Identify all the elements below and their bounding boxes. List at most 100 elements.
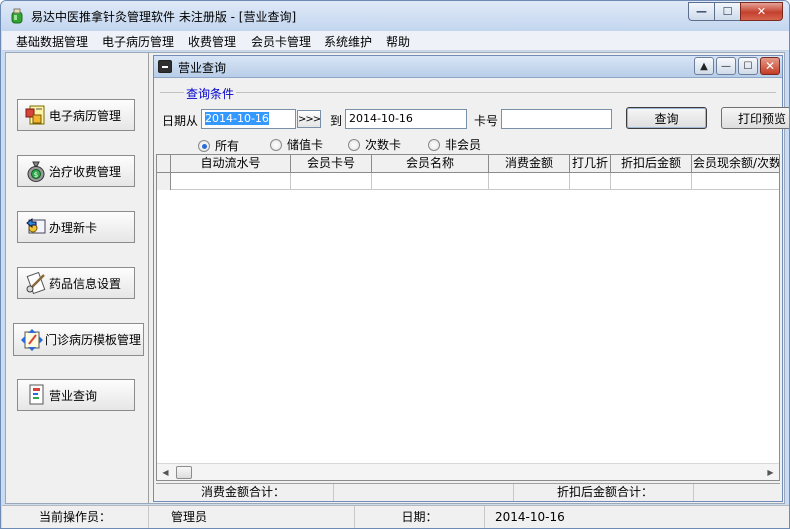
consumption-total-value bbox=[334, 484, 514, 501]
radio-label: 次数卡 bbox=[365, 138, 402, 152]
sidebar-item-medicine[interactable]: 药品信息设置 bbox=[17, 267, 135, 299]
sidebar-item-label: 门诊病历模板管理 bbox=[45, 333, 142, 347]
column-header[interactable]: 打几折 bbox=[570, 155, 611, 173]
menu-bar: 基础数据管理 电子病历管理 收费管理 会员卡管理 系统维护 帮助 bbox=[2, 31, 789, 51]
radio-all[interactable]: 所有 bbox=[198, 137, 239, 154]
window-controls: — ☐ ✕ bbox=[688, 2, 783, 22]
menu-system[interactable]: 系统维护 bbox=[324, 33, 372, 50]
discount-total-value bbox=[694, 484, 780, 501]
scroll-left-icon[interactable]: ◀ bbox=[157, 464, 174, 480]
business-query-window: 营业查询 ▲ — ☐ ✕ 查询条件 日期从 2014-10-16 >>> 到 2… bbox=[153, 55, 789, 502]
radio-stored-value-card[interactable]: 储值卡 bbox=[270, 136, 323, 153]
horizontal-scrollbar[interactable]: ◀ ▶ bbox=[157, 463, 779, 480]
menu-help[interactable]: 帮助 bbox=[386, 33, 410, 50]
child-window-controls: ▲ — ☐ ✕ bbox=[694, 57, 780, 75]
group-divider bbox=[160, 92, 776, 93]
date-from-label: 日期从 bbox=[162, 114, 199, 128]
child-restore-button[interactable]: ▲ bbox=[694, 57, 714, 75]
radio-label: 非会员 bbox=[445, 138, 482, 152]
column-header[interactable]: 会员卡号 bbox=[291, 155, 372, 173]
table-cell[interactable] bbox=[489, 173, 570, 190]
grid-header: 自动流水号 会员卡号 会员名称 消费金额 打几折 折扣后金额 会员现余额/次数 bbox=[157, 155, 779, 173]
consumption-total-label: 消费金额合计： bbox=[156, 484, 334, 501]
sidebar-item-label: 治疗收费管理 bbox=[49, 164, 122, 179]
sidebar-item-label: 营业查询 bbox=[49, 388, 98, 403]
sidebar-item-business-query[interactable]: 营业查询 bbox=[17, 379, 135, 411]
app-icon bbox=[11, 8, 23, 24]
table-row[interactable] bbox=[157, 173, 779, 190]
row-indicator-header bbox=[157, 155, 171, 173]
column-header[interactable]: 自动流水号 bbox=[171, 155, 291, 173]
column-header[interactable]: 会员名称 bbox=[372, 155, 489, 173]
table-cell[interactable] bbox=[171, 173, 291, 190]
status-bar: 当前操作员： 管理员 日期： 2014-10-16 bbox=[2, 505, 789, 528]
menu-basic-data[interactable]: 基础数据管理 bbox=[16, 33, 88, 50]
table-cell[interactable] bbox=[570, 173, 611, 190]
close-button[interactable]: ✕ bbox=[740, 2, 783, 21]
sidebar: 电子病历管理 $ 治疗收费管理 办理新卡 药品信息设置 门诊病历模板管理 营业查… bbox=[6, 53, 149, 503]
radio-label: 所有 bbox=[215, 139, 240, 153]
radio-indicator bbox=[270, 138, 282, 151]
print-preview-button[interactable]: 打印预览 bbox=[721, 107, 789, 129]
radio-indicator bbox=[348, 138, 360, 151]
app-window: 易达中医推拿针灸管理软件 未注册版 - [营业查询] — ☐ ✕ 基础数据管理 … bbox=[0, 0, 790, 529]
sidebar-item-label: 药品信息设置 bbox=[49, 276, 122, 291]
radio-label: 储值卡 bbox=[287, 138, 324, 152]
column-header[interactable]: 折扣后金额 bbox=[611, 155, 692, 173]
svg-text:$: $ bbox=[34, 171, 38, 179]
date-from-field[interactable]: 2014-10-16 bbox=[201, 109, 296, 129]
menu-member-card[interactable]: 会员卡管理 bbox=[251, 33, 311, 50]
summary-bar: 消费金额合计： 折扣后金额合计： bbox=[156, 483, 780, 501]
child-maximize-button[interactable]: ☐ bbox=[738, 57, 758, 75]
window-title: 易达中医推拿针灸管理软件 未注册版 - [营业查询] bbox=[31, 10, 297, 24]
date-from-value: 2014-10-16 bbox=[205, 112, 269, 125]
money-bag-icon: $ bbox=[27, 161, 45, 182]
menu-emr[interactable]: 电子病历管理 bbox=[102, 33, 174, 50]
table-cell[interactable] bbox=[291, 173, 372, 190]
sidebar-item-label: 办理新卡 bbox=[49, 220, 98, 235]
date-value: 2014-10-16 bbox=[495, 510, 565, 524]
sidebar-item-emr[interactable]: 电子病历管理 bbox=[17, 99, 135, 131]
sidebar-item-new-card[interactable]: 办理新卡 bbox=[17, 211, 135, 243]
row-indicator[interactable] bbox=[157, 173, 171, 190]
child-close-button[interactable]: ✕ bbox=[760, 57, 780, 75]
query-button[interactable]: 查询 bbox=[626, 107, 707, 129]
column-header[interactable]: 会员现余额/次数 bbox=[692, 155, 779, 173]
sidebar-item-label: 电子病历管理 bbox=[49, 108, 122, 123]
operator-label: 当前操作员： bbox=[2, 506, 149, 528]
child-window-title: 营业查询 bbox=[178, 61, 227, 75]
table-cell[interactable] bbox=[692, 173, 779, 190]
system-menu-icon[interactable] bbox=[158, 60, 172, 73]
child-title-bar[interactable]: 营业查询 ▲ — ☐ ✕ bbox=[154, 56, 782, 78]
menu-billing[interactable]: 收费管理 bbox=[188, 33, 236, 50]
new-card-icon bbox=[26, 217, 46, 234]
child-minimize-button[interactable]: — bbox=[716, 57, 736, 75]
sidebar-item-billing[interactable]: $ 治疗收费管理 bbox=[17, 155, 135, 187]
client-area: 电子病历管理 $ 治疗收费管理 办理新卡 药品信息设置 门诊病历模板管理 营业查… bbox=[5, 52, 789, 504]
scroll-thumb[interactable] bbox=[176, 466, 192, 479]
column-header[interactable]: 消费金额 bbox=[489, 155, 570, 173]
query-group-title: 查询条件 bbox=[184, 85, 237, 102]
date-picker-button[interactable]: >>> bbox=[297, 110, 321, 128]
title-bar[interactable]: 易达中医推拿针灸管理软件 未注册版 - [营业查询] — ☐ ✕ bbox=[1, 1, 789, 31]
table-cell[interactable] bbox=[611, 173, 692, 190]
results-grid[interactable]: 自动流水号 会员卡号 会员名称 消费金额 打几折 折扣后金额 会员现余额/次数 bbox=[156, 154, 780, 481]
table-cell[interactable] bbox=[372, 173, 489, 190]
radio-count-card[interactable]: 次数卡 bbox=[348, 136, 401, 153]
date-to-field[interactable]: 2014-10-16 bbox=[345, 109, 467, 129]
scroll-right-icon[interactable]: ▶ bbox=[762, 464, 779, 480]
date-to-label: 到 bbox=[330, 114, 343, 128]
card-number-field[interactable] bbox=[501, 109, 612, 129]
medicine-settings-icon bbox=[26, 271, 46, 295]
minimize-button[interactable]: — bbox=[688, 2, 714, 21]
radio-indicator bbox=[428, 138, 440, 151]
discount-total-label: 折扣后金额合计： bbox=[514, 484, 694, 501]
date-label: 日期： bbox=[355, 506, 485, 528]
business-query-icon bbox=[29, 384, 44, 405]
operator-value: 管理员 bbox=[149, 506, 355, 528]
medical-record-icon bbox=[25, 105, 45, 125]
template-edit-icon bbox=[21, 328, 43, 351]
maximize-button[interactable]: ☐ bbox=[714, 2, 740, 21]
radio-non-member[interactable]: 非会员 bbox=[428, 136, 481, 153]
sidebar-item-template[interactable]: 门诊病历模板管理 bbox=[13, 323, 144, 356]
